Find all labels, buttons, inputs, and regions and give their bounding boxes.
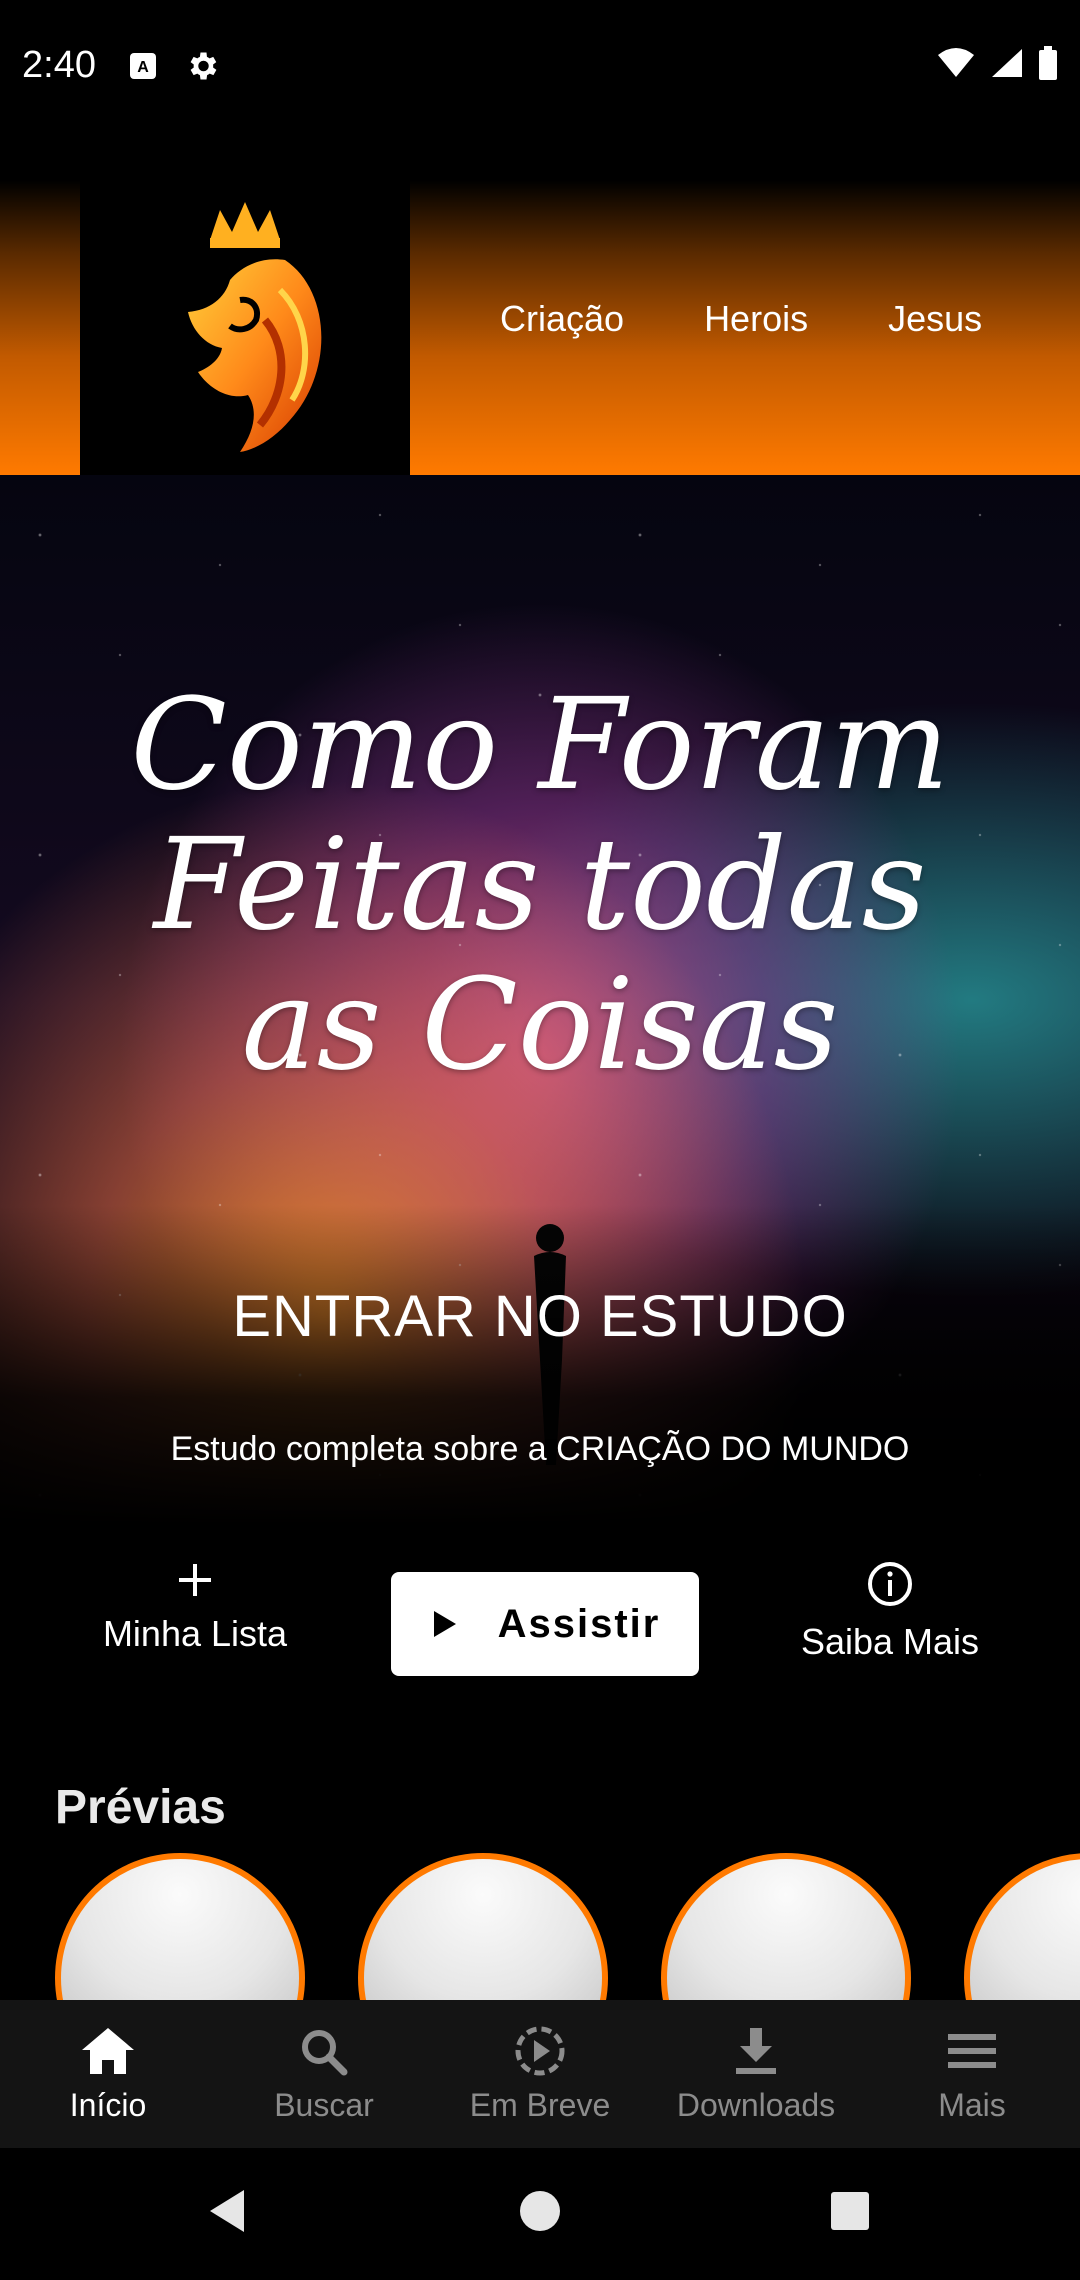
hero-title-line: Como Foram — [130, 671, 950, 818]
svg-text:A: A — [137, 59, 149, 76]
settings-gear-icon — [190, 52, 217, 80]
hero-actions: Minha Lista Assistir Saiba Mais — [0, 1560, 1080, 1700]
battery-icon — [1039, 46, 1057, 80]
my-list-label: Minha Lista — [102, 1613, 288, 1654]
more-info-label: Saiba Mais — [800, 1621, 980, 1662]
tab-buscar[interactable]: Buscar — [216, 2000, 432, 2148]
nav-item-criacao[interactable]: Criação — [460, 298, 664, 340]
tab-label: Downloads — [676, 2087, 836, 2123]
previews-carousel[interactable] — [55, 1853, 1080, 2003]
my-list-button[interactable]: Minha Lista — [65, 1560, 325, 1655]
wifi-icon — [938, 48, 974, 77]
category-nav: Criação Herois Jesus — [460, 298, 1022, 340]
play-button[interactable]: Assistir — [391, 1572, 699, 1676]
menu-icon — [948, 2034, 996, 2068]
hero-title: Como Foram Feitas todas as Coisas — [0, 675, 1080, 1095]
more-info-button[interactable]: Saiba Mais — [760, 1560, 1020, 1663]
lion-crown-logo-icon — [188, 202, 322, 452]
coming-soon-icon — [515, 2026, 565, 2076]
bottom-tab-bar: Início Buscar Em Breve Downloads Mais — [0, 2000, 1080, 2148]
previews-heading: Prévias — [55, 1781, 226, 1834]
preview-thumbnail[interactable] — [661, 1853, 911, 2003]
enter-study-link[interactable]: ENTRAR NO ESTUDO — [0, 1283, 1080, 1350]
recents-square-icon[interactable] — [828, 2186, 872, 2236]
tab-em-breve[interactable]: Em Breve — [432, 2000, 648, 2148]
nav-item-herois[interactable]: Herois — [664, 298, 848, 340]
app-logo[interactable] — [80, 180, 410, 480]
preview-thumbnail[interactable] — [55, 1853, 305, 2003]
back-icon[interactable] — [204, 2186, 250, 2236]
nav-item-jesus[interactable]: Jesus — [848, 298, 1022, 340]
download-icon — [736, 2028, 776, 2074]
tab-downloads[interactable]: Downloads — [648, 2000, 864, 2148]
tab-inicio[interactable]: Início — [0, 2000, 216, 2148]
hero-banner[interactable]: Como Foram Feitas todas as Coisas ENTRAR… — [0, 475, 1080, 1525]
tab-label: Buscar — [274, 2087, 374, 2123]
hero-fade — [0, 1205, 1080, 1525]
hero-title-line: Feitas todas — [153, 811, 927, 958]
preview-thumbnail[interactable] — [358, 1853, 608, 2003]
hero-subtitle: Estudo completa sobre a CRIAÇÃO DO MUNDO — [170, 1430, 910, 1468]
cell-signal-icon — [992, 49, 1022, 77]
tab-label: Em Breve — [469, 2087, 611, 2123]
play-icon — [433, 1611, 456, 1637]
tab-label: Início — [69, 2087, 147, 2123]
tab-mais[interactable]: Mais — [864, 2000, 1080, 2148]
home-icon — [82, 2028, 134, 2074]
info-icon — [868, 1562, 912, 1606]
tab-label: Mais — [938, 2087, 1006, 2123]
plus-icon — [179, 1564, 211, 1596]
status-left-icons: A — [128, 48, 220, 84]
status-right-icons — [936, 46, 1058, 80]
system-nav-bar — [0, 2148, 1080, 2280]
search-icon — [302, 2030, 348, 2076]
keyboard-app-icon: A — [130, 53, 156, 79]
status-time: 2:40 — [22, 44, 96, 86]
home-circle-icon[interactable] — [516, 2186, 564, 2236]
status-bar: 2:40 A — [0, 0, 1080, 135]
hero-title-line: as Coisas — [241, 951, 839, 1098]
play-label: Assistir — [497, 1601, 661, 1646]
preview-thumbnail[interactable] — [964, 1853, 1080, 2003]
